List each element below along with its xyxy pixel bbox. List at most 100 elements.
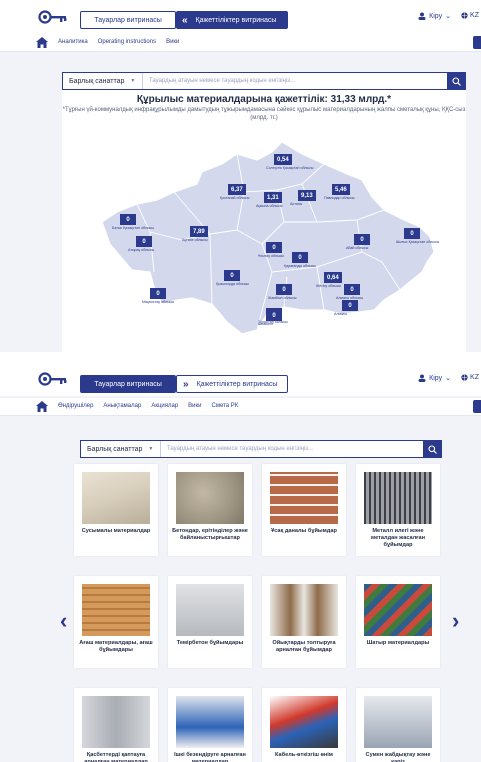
- region-value-badge[interactable]: 0: [266, 242, 282, 253]
- chevron-down-icon-2: ⌄: [445, 375, 451, 382]
- category-image: [270, 472, 338, 524]
- region-name-label: Ұлытау облысы: [258, 254, 284, 258]
- tab-goods-showcase-2[interactable]: Тауарлар витринасы: [80, 375, 176, 393]
- category-card[interactable]: Металл илегі және металдан жасалған бұйы…: [356, 464, 440, 556]
- tab-needs-label: Қажеттіліктер витринасы: [195, 16, 277, 24]
- chevron-left-icon: «: [182, 14, 188, 26]
- region-name-label: Солтүстік Қазақстан облысы: [266, 166, 314, 170]
- region-name-label: Жетісу облысы: [316, 284, 342, 288]
- category-card[interactable]: Бетондар, ерітінділер және байланыстырғы…: [168, 464, 252, 556]
- region-name-label: Батыс Қазақстан облысы: [112, 226, 154, 230]
- chevron-right-icon: »: [183, 378, 189, 390]
- search-button-2[interactable]: [423, 441, 441, 457]
- search-input-2[interactable]: Тауардың атауын немесе тауардың кодын ен…: [161, 441, 423, 457]
- nav-link-smeta[interactable]: Смета РК: [212, 403, 239, 409]
- language-switch[interactable]: KZ: [461, 12, 479, 19]
- category-card[interactable]: Темірбетон бұйымдары: [168, 576, 252, 668]
- region-value-badge[interactable]: 0: [342, 300, 358, 311]
- region-value-badge[interactable]: 0,64: [324, 272, 342, 283]
- language-label: KZ: [470, 12, 479, 19]
- category-label: Сумен жабдықтау және кәріз: [365, 752, 431, 762]
- tab-goods-label-2: Тауарлар витринасы: [94, 380, 162, 388]
- region-name-label: Маңғыстау облысы: [142, 300, 175, 304]
- chevron-right-icon-nav[interactable]: ›: [452, 608, 459, 634]
- search-bar-2: Барлық санаттар ▼ Тауардың атауын немесе …: [80, 440, 442, 458]
- nav-link-producers[interactable]: Өндірушілер: [58, 403, 93, 409]
- language-switch-2[interactable]: KZ: [461, 374, 479, 381]
- globe-icon: [461, 12, 468, 19]
- region-name-label: Шымкент: [258, 322, 274, 326]
- tab-needs-showcase[interactable]: « Қажеттіліктер витринасы: [176, 11, 288, 29]
- category-label: Сусымалы материалдар: [81, 528, 151, 534]
- region-name-label: Алматы: [334, 312, 348, 316]
- category-select-2[interactable]: Барлық санаттар ▼: [81, 441, 161, 457]
- category-image: [364, 696, 432, 748]
- category-label: Қасбеттерді қаптауға арналған материалда…: [84, 752, 148, 762]
- top-bar: Тауарлар витринасы « Қажеттіліктер витрин…: [0, 0, 481, 34]
- region-value-badge[interactable]: 0: [120, 214, 136, 225]
- cart-icon-2[interactable]: [473, 400, 481, 413]
- category-label: Ішкі безендіруге арналған материалдар: [174, 752, 246, 762]
- category-card[interactable]: Шатыр материалдары: [356, 576, 440, 668]
- category-card[interactable]: Сумен жабдықтау және кәріз: [356, 688, 440, 762]
- tab-goods-showcase[interactable]: Тауарлар витринасы: [80, 11, 176, 29]
- category-image: [176, 472, 244, 524]
- region-value-badge[interactable]: 1,31: [264, 192, 282, 203]
- language-label-2: KZ: [470, 374, 479, 381]
- catalog-panel: Барлық санаттар ▼ Тауардың атауын немесе …: [64, 428, 466, 762]
- region-name-label: Жамбыл облысы: [268, 296, 297, 300]
- region-value-badge[interactable]: 0: [150, 288, 166, 299]
- category-card[interactable]: Ағаш материалдары, ағаш бұйымдары: [74, 576, 158, 668]
- region-value-badge[interactable]: 0: [292, 252, 308, 263]
- category-image: [82, 472, 150, 524]
- region-value-badge[interactable]: 0: [136, 236, 152, 247]
- category-card[interactable]: Ішкі безендіруге арналған материалдар: [168, 688, 252, 762]
- region-value-badge[interactable]: 0: [344, 284, 360, 295]
- category-image: [270, 584, 338, 636]
- region-value-badge[interactable]: 5,46: [332, 184, 350, 195]
- nav-link-analytics[interactable]: Аналитика: [58, 39, 88, 45]
- tab-needs-showcase-2[interactable]: » Қажеттіліктер витринасы: [176, 375, 288, 393]
- category-image: [176, 584, 244, 636]
- region-name-label: Қызылорда облысы: [216, 282, 250, 286]
- region-value-badge[interactable]: 9,13: [298, 190, 316, 201]
- kazakhstan-map: [101, 141, 435, 335]
- region-name-label: Қарағанды облысы: [284, 264, 317, 268]
- region-value-badge[interactable]: 6,37: [228, 184, 246, 195]
- region-value-badge[interactable]: 0,54: [274, 154, 292, 165]
- category-card[interactable]: Сусымалы материалдар: [74, 464, 158, 556]
- region-value-badge[interactable]: 0: [276, 284, 292, 295]
- category-image: [176, 696, 244, 748]
- nav-link-wiki-2[interactable]: Вики: [188, 403, 201, 409]
- category-card[interactable]: Ойықтарды толтыруға арналған бұйымдар: [262, 576, 346, 668]
- cart-icon[interactable]: [473, 36, 481, 49]
- nav-link-promotions[interactable]: Акциялар: [151, 403, 178, 409]
- home-icon-2[interactable]: [36, 401, 48, 412]
- key-logo-icon-2[interactable]: [38, 372, 68, 386]
- region-value-badge[interactable]: 0: [224, 270, 240, 281]
- category-card[interactable]: Кабель-өткізгіш өнім: [262, 688, 346, 762]
- nav-link-references[interactable]: Анықтамалар: [103, 403, 141, 409]
- category-image: [270, 696, 338, 748]
- login-menu-2[interactable]: Кіру ⌄: [418, 374, 451, 382]
- category-card[interactable]: Қасбеттерді қаптауға арналған материалда…: [74, 688, 158, 762]
- key-logo-icon[interactable]: [38, 10, 68, 24]
- region-name-label: Шығыс Қазақстан облысы: [396, 240, 440, 244]
- region-name-label: Атырау облысы: [128, 248, 155, 252]
- category-label: Бетондар, ерітінділер және байланыстырғы…: [172, 528, 248, 541]
- chevron-left-icon-nav[interactable]: ‹: [60, 608, 67, 634]
- region-name-label: Абай облысы: [346, 246, 369, 250]
- region-name-label: Ақтөбе облысы: [182, 238, 208, 242]
- map-panel: Барлық санаттар ▼ Тауардың атауын немесе …: [62, 72, 466, 352]
- nav-link-instructions[interactable]: Operating instructions: [98, 39, 156, 45]
- category-image: [82, 696, 150, 748]
- home-icon[interactable]: [36, 37, 48, 48]
- region-value-badge[interactable]: 7,89: [190, 226, 208, 237]
- category-card[interactable]: Ұсақ даналы бұйымдар: [262, 464, 346, 556]
- region-value-badge[interactable]: 0: [266, 310, 282, 321]
- nav-link-wiki[interactable]: Вики: [166, 39, 179, 45]
- category-label: Ойықтарды толтыруға арналған бұйымдар: [272, 640, 336, 653]
- region-value-badge[interactable]: 0: [404, 228, 420, 239]
- region-value-badge[interactable]: 0: [354, 234, 370, 245]
- login-menu[interactable]: Кіру ⌄: [418, 12, 451, 20]
